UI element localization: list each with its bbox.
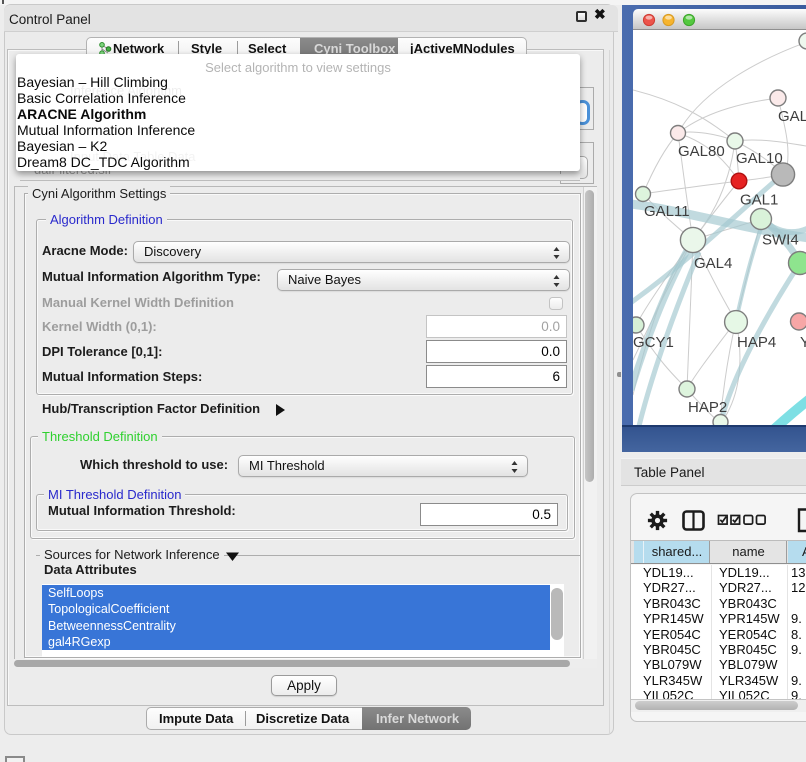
svg-text:Y: Y [800,334,806,351]
svg-text:GAL2: GAL2 [778,108,806,125]
svg-text:HAP4: HAP4 [737,334,776,351]
svg-text:GCY1: GCY1 [633,334,674,351]
svg-text:GAL1: GAL1 [740,192,778,209]
svg-text:GAL4: GAL4 [694,255,732,272]
svg-text:SWI4: SWI4 [762,232,799,249]
svg-text:GAL11: GAL11 [644,203,690,220]
svg-text:HAP2: HAP2 [688,399,727,416]
svg-text:GAL10: GAL10 [736,150,783,167]
svg-text:GAL80: GAL80 [678,143,725,160]
